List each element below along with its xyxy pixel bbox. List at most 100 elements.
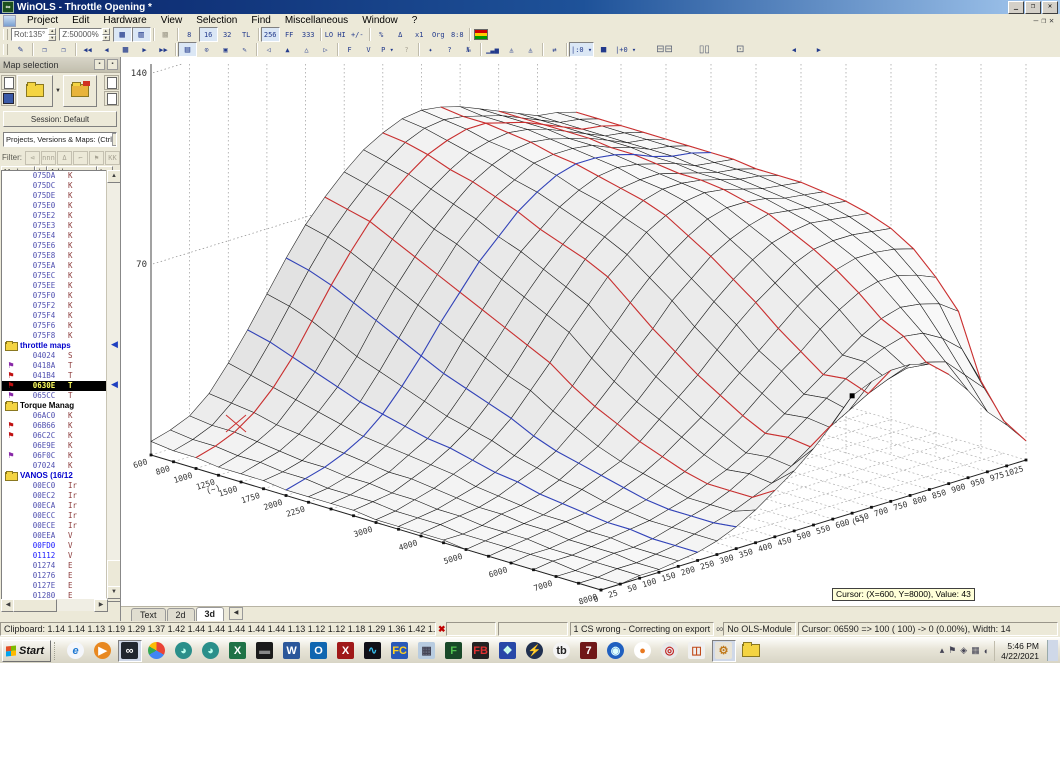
window-dup-button[interactable]: ❐ <box>54 42 73 57</box>
wizard-button[interactable]: ✦ <box>421 42 440 57</box>
tab-3d[interactable]: 3d <box>195 607 225 621</box>
x-app-icon[interactable]: X <box>334 640 358 662</box>
value-button[interactable]: V <box>359 42 378 57</box>
menu-selection[interactable]: Selection <box>189 15 244 26</box>
chip-fb-icon[interactable]: FB <box>469 640 493 662</box>
map-list-button[interactable]: ▤ <box>178 42 197 57</box>
map-row[interactable]: 075E0 K <box>2 201 106 211</box>
map-row[interactable]: 00FD0 V <box>2 541 106 551</box>
import-project-button[interactable] <box>63 74 97 107</box>
menu-?[interactable]: ? <box>405 15 425 26</box>
hilo-button[interactable]: LO HI <box>323 27 348 42</box>
map-row[interactable]: 075F0 K <box>2 291 106 301</box>
scroll-left-button[interactable]: ◀ <box>784 42 803 57</box>
surface-chart[interactable]: 701406008001000 1250 1500 1750 2000 225030004… <box>121 57 1060 607</box>
map-row[interactable]: ⚑ 0630E T <box>2 381 106 391</box>
map-folder-row[interactable]: VANOS (16/12 <box>2 470 106 481</box>
map-row[interactable]: 075EC K <box>2 271 106 281</box>
map-row[interactable]: 00EC0 Ir <box>2 481 106 491</box>
ratio-button[interactable]: 8:8 <box>448 27 467 42</box>
map-row[interactable]: ⚑ 065CC T <box>2 391 106 401</box>
tab-2d[interactable]: 2d <box>166 608 195 621</box>
zoom-field[interactable]: Z:50000% <box>59 28 102 41</box>
chart-button[interactable]: ▁▃▅ <box>483 42 502 57</box>
map-row[interactable]: 075DA K <box>2 171 106 181</box>
map-row[interactable]: 075E3 K <box>2 221 106 231</box>
help-button[interactable]: ? <box>440 42 459 57</box>
word-icon[interactable]: W <box>280 640 304 662</box>
new-project-button[interactable] <box>1 75 16 90</box>
offset-a-button[interactable]: |:0 ▾ <box>569 42 595 57</box>
add-version-button[interactable] <box>104 75 119 90</box>
tuner-1-icon[interactable]: ◕ <box>172 640 196 662</box>
map-row[interactable]: 075F6 K <box>2 321 106 331</box>
map-row[interactable]: 01274 E <box>2 561 106 571</box>
map-row[interactable]: 075F8 K <box>2 331 106 341</box>
percent-button[interactable]: % <box>372 27 391 42</box>
map-row[interactable]: ⚑ 06F0C K <box>2 451 106 461</box>
cascade-button[interactable]: ⊡ <box>736 44 744 55</box>
context-help-button[interactable]: № <box>459 42 478 57</box>
view-3d-button[interactable]: ▦ <box>112 27 132 42</box>
restore-button[interactable]: ❐ <box>1025 0 1041 14</box>
minimize-button[interactable]: _ <box>1008 0 1024 14</box>
tray-icon-0[interactable]: ▴ <box>940 645 945 656</box>
media-player-icon[interactable]: ▶ <box>91 640 115 662</box>
files-folder-icon[interactable] <box>739 640 763 662</box>
map-row[interactable]: 04024 S <box>2 351 106 361</box>
map-folder-row[interactable]: throttle maps <box>2 340 106 351</box>
fc-icon[interactable]: FC <box>388 640 412 662</box>
lock-app-icon[interactable]: ● <box>631 640 655 662</box>
chrome-icon[interactable] <box>145 640 169 662</box>
eprom-chip-icon[interactable]: ▬ <box>253 640 277 662</box>
add-map-button[interactable] <box>104 91 119 106</box>
box-3d-icon[interactable]: ◫ <box>685 640 709 662</box>
help-small-button[interactable]: ? <box>397 42 416 57</box>
map-row[interactable]: 075E6 K <box>2 241 106 251</box>
tray-icon-3[interactable]: ▦ <box>971 645 980 656</box>
nav-first-button[interactable]: ◀◀ <box>78 42 97 57</box>
filter-button-4[interactable]: ⚑ <box>89 150 104 165</box>
map-row[interactable]: 0127E E <box>2 581 106 591</box>
original-button[interactable]: Org <box>429 27 448 42</box>
scroll-right-button[interactable]: ▶ <box>809 42 828 57</box>
offset-b-button[interactable]: |+0 ▾ <box>613 42 638 57</box>
up-gray-button[interactable]: △ <box>297 42 316 57</box>
map-row[interactable]: ⚑ 06C2C K <box>2 431 106 441</box>
fwd-button[interactable]: ▷ <box>316 42 335 57</box>
tray-icon-1[interactable]: ⚑ <box>948 645 956 656</box>
map-row[interactable]: 06E9E K <box>2 441 106 451</box>
menu-window[interactable]: Window <box>355 15 405 26</box>
cube-icon[interactable]: ❖ <box>496 640 520 662</box>
map-row[interactable]: 075E2 K <box>2 211 106 221</box>
outlook-icon[interactable]: O <box>307 640 331 662</box>
excel-icon[interactable]: X <box>226 640 250 662</box>
menu-view[interactable]: View <box>154 15 190 26</box>
colorbars-button[interactable] <box>472 27 491 42</box>
menu-project[interactable]: Project <box>20 15 65 26</box>
winols-icon[interactable]: ∞ <box>117 639 142 662</box>
sevenzip-icon[interactable]: 7 <box>577 640 601 662</box>
map-row[interactable]: 07024 K <box>2 461 106 471</box>
tuner-2-icon[interactable]: ◕ <box>199 640 223 662</box>
close-button[interactable]: ✕ <box>1042 0 1058 14</box>
filter-button-2[interactable]: Δ <box>57 150 72 165</box>
panel-pin-button[interactable]: ▪ <box>94 59 105 70</box>
width-tl-button[interactable]: TL <box>237 27 256 42</box>
scope-dropdown[interactable]: Projects, Versions & Maps: (Ctrl ▼ <box>3 132 117 147</box>
ie-icon[interactable]: e <box>64 640 88 662</box>
rotation-spinner[interactable]: ▲ ▼ <box>48 28 57 41</box>
value-ff-button[interactable]: FF <box>280 27 299 42</box>
map-row[interactable]: ⚑ 0418A T <box>2 361 106 371</box>
map-row[interactable]: 00EC2 Ir <box>2 491 106 501</box>
blue-square-button[interactable]: ■ <box>594 42 613 57</box>
width-16-button[interactable]: 16 <box>198 27 218 42</box>
map-row[interactable]: ⚑ 041B4 T <box>2 371 106 381</box>
x1-button[interactable]: x1 <box>410 27 429 42</box>
browser-icon[interactable]: ◉ <box>604 640 628 662</box>
wrench-icon[interactable]: ⚙ <box>711 639 736 662</box>
child-close-button[interactable]: ✕ <box>1049 16 1054 25</box>
width-8-button[interactable]: 8 <box>180 27 199 42</box>
save-button[interactable] <box>1 91 16 106</box>
view-grid-button[interactable]: ▥ <box>131 27 151 42</box>
